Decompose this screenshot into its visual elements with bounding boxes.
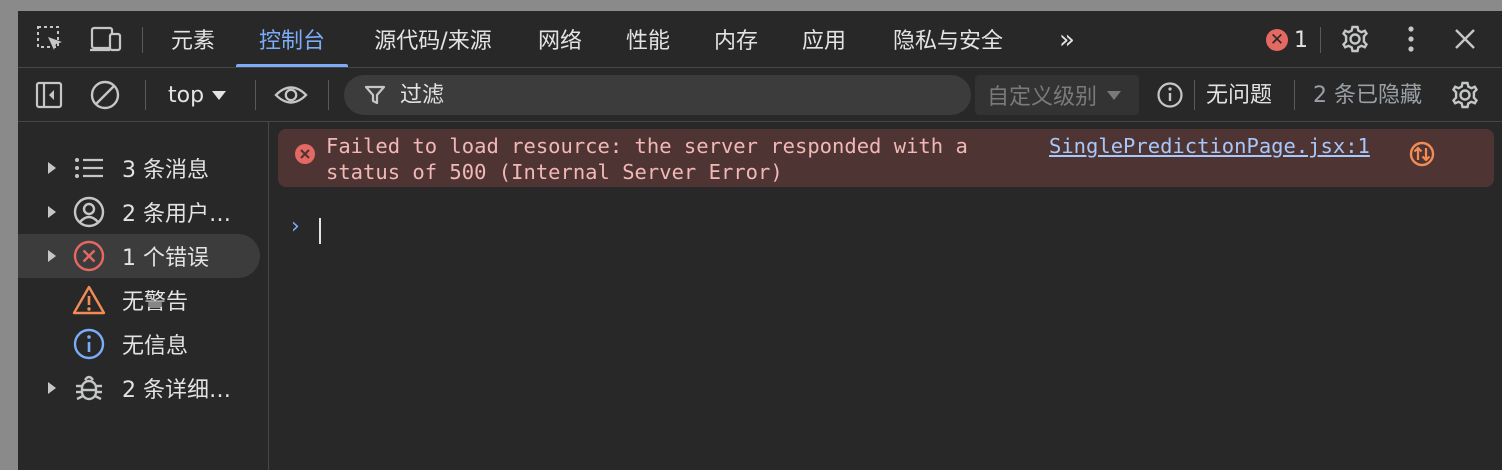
more-tabs-chevron-icon[interactable]: » [1052,11,1082,67]
close-devtools-icon[interactable] [1449,23,1481,55]
hidden-messages-count: 2 条已隐藏 [1313,83,1422,108]
sidebar-item-label: 2 条详细… [122,378,231,403]
settings-gear-icon[interactable] [1339,23,1371,55]
console-toolbar: top 自定义级别 [18,68,1502,122]
console-settings-gear-icon[interactable] [1448,78,1482,112]
expand-arrow-icon[interactable] [48,206,56,218]
filter-input[interactable] [398,81,942,109]
sidebar-item-label: 3 条消息 [122,158,209,183]
toolbar-separator [1194,80,1195,110]
tab-network[interactable]: 网络 [535,11,585,67]
tab-privacy-security[interactable]: 隐私与安全 [887,11,1009,67]
user-icon [72,195,106,229]
info-icon [72,327,106,361]
bug-icon [72,371,106,405]
error-count: 1 [1294,27,1308,53]
tab-console[interactable]: 控制台 [236,11,348,67]
clear-console-icon[interactable] [88,78,122,112]
filter-field[interactable] [344,75,971,115]
tab-performance[interactable]: 性能 [623,11,673,67]
error-message-text: Failed to load resource: the server resp… [326,134,981,184]
tab-sources[interactable]: 源代码/来源 [367,11,499,67]
console-messages: Failed to load resource: the server resp… [269,122,1502,470]
filter-funnel-icon [364,84,386,106]
issues-info-icon[interactable] [1153,78,1187,112]
toolbar-separator [255,80,256,110]
sidebar-item-verbose[interactable]: 2 条详细… [18,366,260,410]
log-levels-label: 自定义级别 [987,85,1098,110]
error-count-badge[interactable]: ✕ 1 [1266,27,1308,53]
tab-memory[interactable]: 内存 [711,11,761,67]
list-icon [72,151,106,185]
sidebar-item-label: 1 个错误 [122,246,209,271]
sidebar-item-messages[interactable]: 3 条消息 [18,146,260,190]
device-toolbar-icon[interactable] [90,23,122,55]
console-sidebar: 3 条消息 2 条用户… 1 个错误 无警告 无信息 2 条详细… [18,122,269,470]
error-icon [72,239,106,273]
dropdown-arrow-icon [212,90,227,100]
dropdown-arrow-icon [1107,90,1122,100]
tab-application[interactable]: 应用 [799,11,849,67]
network-request-icon[interactable] [1408,140,1436,168]
error-source-link[interactable]: SinglePredictionPage.jsx:1 [1049,133,1370,159]
sidebar-item-warnings[interactable]: 无警告 [18,278,260,322]
sidebar-item-label: 2 条用户… [122,202,231,227]
sidebar-item-errors[interactable]: 1 个错误 [18,234,260,278]
toolbar-separator [145,80,146,110]
inspect-element-icon[interactable] [34,23,66,55]
console-prompt-chevron-icon: › [291,214,300,239]
console-error-message[interactable]: Failed to load resource: the server resp… [278,129,1494,187]
devtools-tab-bar: 元素 控制台 源代码/来源 网络 性能 内存 应用 隐私与安全 » ✕ 1 [18,11,1502,68]
expand-arrow-icon[interactable] [48,162,56,174]
warning-icon [72,283,106,317]
context-selector[interactable]: top [168,78,227,112]
tab-elements[interactable]: 元素 [166,11,220,67]
context-value: top [168,82,205,108]
console-input-caret[interactable] [319,218,321,244]
toolbar-separator [1294,80,1295,110]
sidebar-item-label: 无警告 [122,290,189,315]
live-expression-eye-icon[interactable] [274,78,308,112]
show-sidebar-icon[interactable] [32,78,66,112]
error-badge-icon: ✕ [1266,29,1288,51]
devtools-panel: 元素 控制台 源代码/来源 网络 性能 内存 应用 隐私与安全 » ✕ 1 to… [18,11,1502,470]
sidebar-item-user-messages[interactable]: 2 条用户… [18,190,260,234]
sidebar-item-info[interactable]: 无信息 [18,322,260,366]
tabbar-separator [142,27,143,53]
more-options-kebab-icon[interactable] [1395,23,1427,55]
expand-arrow-icon[interactable] [48,382,56,394]
log-levels-dropdown[interactable]: 自定义级别 [975,75,1139,115]
toolbar-separator [328,80,329,110]
issues-counter[interactable]: 无问题 [1206,78,1272,112]
sidebar-item-label: 无信息 [122,334,189,359]
tabbar-separator [1320,27,1321,53]
expand-arrow-icon[interactable] [48,250,56,262]
error-circle-icon [295,144,315,164]
